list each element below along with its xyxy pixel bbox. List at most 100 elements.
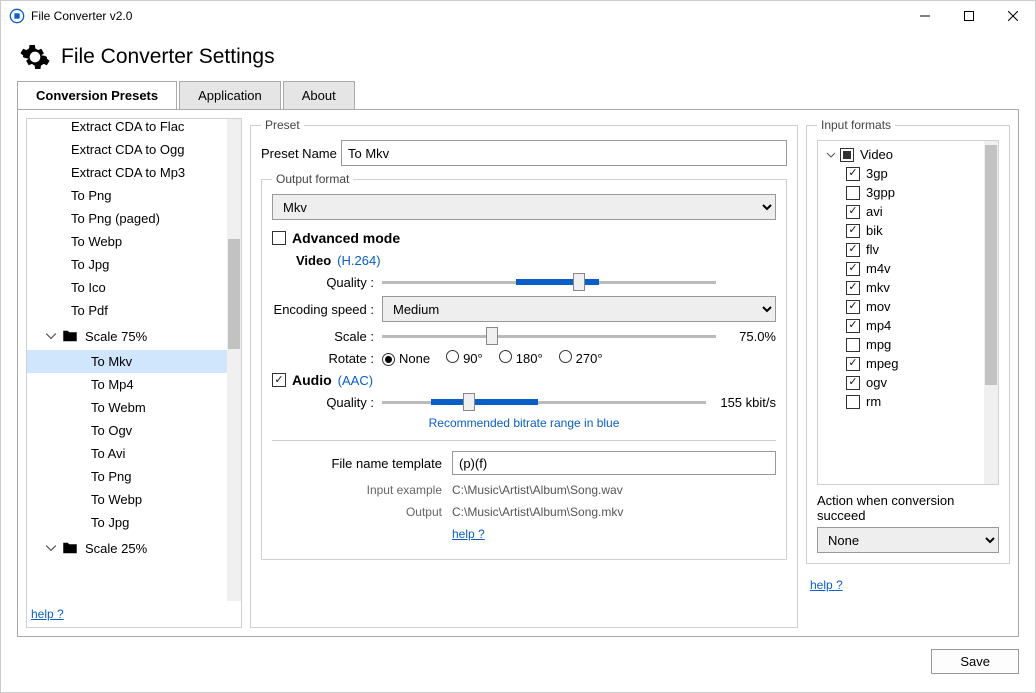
format-item[interactable]: rm [818, 392, 998, 411]
format-checkbox[interactable] [846, 243, 860, 257]
encoding-speed-label: Encoding speed : [272, 302, 382, 317]
tree-item[interactable]: Extract CDA to Mp3 [27, 161, 227, 184]
tree-item[interactable]: To Ico [27, 276, 227, 299]
input-formats-tree[interactable]: Video 3gp 3gpp avibikflvm4v mkv mov mp4 mpg mpe… [817, 140, 999, 485]
output-format-select[interactable]: Mkv [272, 194, 776, 220]
rotate-90[interactable]: 90° [446, 350, 483, 366]
maximize-button[interactable] [947, 1, 991, 31]
tree-item[interactable]: To Webp [27, 488, 227, 511]
tree-item[interactable]: To Png (paged) [27, 207, 227, 230]
audio-quality-slider[interactable] [382, 394, 706, 410]
tree-item[interactable]: To Pdf [27, 299, 227, 322]
audio-codec: (AAC) [338, 373, 373, 388]
input-example-value: C:\Music\Artist\Album\Song.wav [452, 483, 623, 497]
format-checkbox[interactable] [846, 167, 860, 181]
format-checkbox[interactable] [846, 395, 860, 409]
folder-label: Scale 25% [85, 541, 147, 556]
tree-item[interactable]: Extract CDA to Ogg [27, 138, 227, 161]
tree-item[interactable]: To Avi [27, 442, 227, 465]
minimize-button[interactable] [903, 1, 947, 31]
preset-tree[interactable]: Extract CDA to Flac Extract CDA to Ogg E… [27, 119, 227, 562]
format-checkbox[interactable] [846, 186, 860, 200]
format-checkbox[interactable] [846, 300, 860, 314]
format-item[interactable]: mkv [818, 278, 998, 297]
action-select[interactable]: None [817, 527, 999, 553]
formats-scrollbar[interactable] [984, 141, 998, 484]
format-label: 3gpp [866, 185, 895, 200]
tab-application[interactable]: Application [179, 81, 281, 109]
tree-folder[interactable]: Scale 25% [27, 534, 227, 562]
close-button[interactable] [991, 1, 1035, 31]
advanced-checkbox[interactable] [272, 231, 286, 245]
audio-checkbox[interactable] [272, 373, 286, 387]
rotate-270[interactable]: 270° [559, 350, 603, 366]
format-item[interactable]: bik [818, 221, 998, 240]
input-example-label: Input example [272, 483, 452, 497]
format-checkbox[interactable] [846, 281, 860, 295]
tree-item[interactable]: To Jpg [27, 253, 227, 276]
format-item[interactable]: avi [818, 202, 998, 221]
output-legend: Output format [272, 172, 353, 186]
tab-presets[interactable]: Conversion Presets [17, 81, 177, 109]
scale-slider[interactable] [382, 328, 716, 344]
save-button[interactable]: Save [931, 649, 1019, 674]
quality-label: Quality : [272, 275, 382, 290]
help-link[interactable]: help ? [806, 572, 1010, 598]
video-quality-slider[interactable] [382, 274, 716, 290]
video-label: Video [296, 253, 331, 268]
group-checkbox[interactable] [840, 148, 854, 162]
video-codec: (H.264) [337, 253, 380, 268]
format-item[interactable]: mpeg [818, 354, 998, 373]
action-label: Action when conversion succeed [817, 493, 999, 523]
tree-item[interactable]: To Webp [27, 230, 227, 253]
encoding-speed-select[interactable]: Medium [382, 296, 776, 322]
window-title: File Converter v2.0 [31, 9, 903, 23]
tree-item[interactable]: To Png [27, 184, 227, 207]
format-item[interactable]: m4v [818, 259, 998, 278]
gear-icon [19, 41, 51, 73]
format-checkbox[interactable] [846, 376, 860, 390]
group-label: Video [860, 147, 893, 162]
format-item[interactable]: ogv [818, 373, 998, 392]
rotate-label: Rotate : [272, 351, 382, 366]
tab-about[interactable]: About [283, 81, 355, 109]
format-checkbox[interactable] [846, 224, 860, 238]
bitrate-note: Recommended bitrate range in blue [272, 416, 776, 430]
help-link[interactable]: help ? [452, 527, 485, 541]
tree-scrollbar[interactable] [227, 119, 241, 601]
tree-item[interactable]: To Jpg [27, 511, 227, 534]
preset-name-input[interactable] [341, 140, 787, 166]
template-label: File name template [272, 456, 452, 471]
tree-item[interactable]: To Png [27, 465, 227, 488]
tree-folder[interactable]: Scale 75% [27, 322, 227, 350]
format-label: mpg [866, 337, 891, 352]
template-input[interactable] [452, 451, 776, 475]
tree-item[interactable]: To Ogv [27, 419, 227, 442]
format-item[interactable]: mp4 [818, 316, 998, 335]
format-item[interactable]: mov [818, 297, 998, 316]
tree-item[interactable]: Extract CDA to Flac [27, 119, 227, 138]
format-checkbox[interactable] [846, 338, 860, 352]
page-title: File Converter Settings [61, 45, 275, 69]
format-label: mkv [866, 280, 890, 295]
rotate-none[interactable]: None [382, 351, 430, 366]
format-label: mp4 [866, 318, 891, 333]
audio-quality-value: 155 kbit/s [706, 395, 776, 410]
tree-item[interactable]: To Mkv [27, 350, 227, 373]
format-item[interactable]: 3gpp [818, 183, 998, 202]
format-item[interactable]: 3gp [818, 164, 998, 183]
tree-item[interactable]: To Mp4 [27, 373, 227, 396]
format-label: mov [866, 299, 891, 314]
tree-item[interactable]: To Webm [27, 396, 227, 419]
format-label: mpeg [866, 356, 899, 371]
format-checkbox[interactable] [846, 262, 860, 276]
help-link[interactable]: help ? [27, 601, 241, 627]
format-item[interactable]: flv [818, 240, 998, 259]
folder-icon [61, 539, 79, 557]
format-checkbox[interactable] [846, 319, 860, 333]
format-checkbox[interactable] [846, 205, 860, 219]
rotate-180[interactable]: 180° [499, 350, 543, 366]
format-label: rm [866, 394, 881, 409]
format-item[interactable]: mpg [818, 335, 998, 354]
format-checkbox[interactable] [846, 357, 860, 371]
